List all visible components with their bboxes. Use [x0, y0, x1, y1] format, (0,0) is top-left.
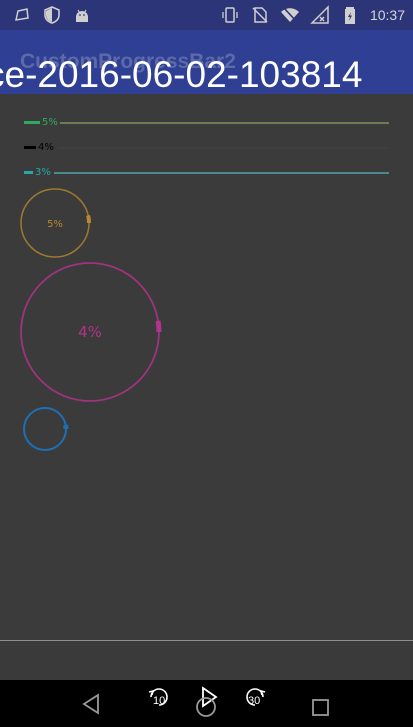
progress-label: 5% — [40, 116, 60, 130]
progress-label: 4% — [36, 141, 56, 155]
vibrate-icon — [222, 7, 238, 23]
progress-fill — [24, 171, 33, 174]
content-area: 5% 4% 3% 5% 4% — [0, 94, 413, 640]
video-overlay-filename: ce-2016-06-02-103814 — [0, 54, 363, 94]
shield-icon — [44, 6, 60, 24]
bottom-area — [0, 641, 413, 680]
recents-icon[interactable] — [307, 690, 335, 718]
progress-bar-black: 4% — [24, 141, 389, 155]
ring-label: 5% — [47, 219, 63, 230]
notification-icon — [15, 8, 29, 21]
android-icon — [76, 9, 88, 22]
status-bar: 10:37 — [0, 0, 413, 30]
no-sim-icon — [252, 7, 268, 23]
navigation-bar: 10 30 — [0, 680, 413, 727]
battery-icon — [344, 7, 355, 24]
app-screen: 10:37 CustomProgressBar2 ce-2016-06-02-1… — [0, 0, 413, 727]
signal-icon — [310, 5, 329, 24]
rewind-seconds-label: 10 — [153, 695, 166, 707]
circular-progress-blue — [21, 406, 69, 452]
app-bar: CustomProgressBar2 ce-2016-06-02-103814 — [0, 30, 413, 94]
home-icon[interactable] — [192, 690, 220, 718]
progress-track — [54, 172, 389, 174]
circular-progress-magenta: 4% — [18, 260, 162, 404]
progress-bar-teal: 3% — [24, 166, 389, 180]
circular-progress-orange: 5% — [18, 186, 92, 260]
status-time: 10:37 — [369, 7, 405, 23]
progress-bar-green: 5% — [24, 116, 389, 130]
forward-seconds-label: 30 — [248, 695, 261, 707]
wifi-icon — [280, 7, 299, 22]
progress-label: 3% — [33, 166, 53, 180]
back-icon[interactable] — [78, 690, 106, 718]
ring-label: 4% — [78, 323, 102, 341]
progress-fill — [24, 146, 36, 149]
progress-track — [58, 147, 389, 149]
progress-track — [60, 122, 389, 124]
progress-fill — [24, 121, 40, 124]
